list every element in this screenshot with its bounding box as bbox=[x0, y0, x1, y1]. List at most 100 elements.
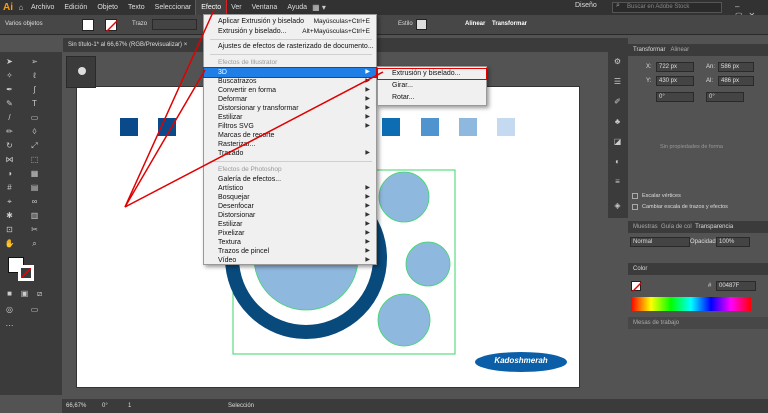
pencil-tool-icon[interactable]: ✏ bbox=[3, 126, 16, 137]
eyedropper-tool-icon[interactable]: ⌖ bbox=[3, 196, 16, 207]
type-tool-icon[interactable]: T bbox=[28, 98, 41, 109]
menu-item-desenfocar[interactable]: Desenfocar ▶ bbox=[204, 202, 376, 211]
stroke-panel-icon[interactable]: ≡ bbox=[611, 176, 624, 187]
stroke-swatch[interactable] bbox=[105, 19, 119, 33]
transform-button[interactable]: Transformar bbox=[492, 21, 527, 27]
submenu-item-girar[interactable]: Girar... bbox=[378, 81, 486, 91]
brushes-panel-icon[interactable]: ✐ bbox=[611, 96, 624, 107]
menu-item-pixelizar[interactable]: Pixelizar ▶ bbox=[204, 229, 376, 238]
zoom-tool-icon[interactable]: ⌕ bbox=[28, 238, 41, 249]
gradient-mode-icon[interactable]: ▣ bbox=[18, 288, 31, 299]
workspace-switcher[interactable]: Diseño bbox=[575, 2, 597, 9]
submenu-item-extrusion[interactable]: Extrusión y biselado... bbox=[377, 68, 487, 80]
hex-field[interactable]: 00487F bbox=[716, 281, 756, 291]
submenu-item-rotar[interactable]: Rotar... bbox=[378, 93, 486, 103]
y-field[interactable]: 430 px bbox=[656, 76, 694, 86]
rotate-angle-field[interactable]: 0° bbox=[656, 92, 694, 102]
scale-corners-checkbox[interactable] bbox=[632, 193, 638, 199]
gradient-tool-icon[interactable]: ▤ bbox=[28, 182, 41, 193]
none-mode-icon[interactable]: ⧄ bbox=[33, 288, 46, 299]
magic-wand-tool-icon[interactable]: ✧ bbox=[3, 70, 16, 81]
shear-angle-field[interactable]: 0° bbox=[706, 92, 744, 102]
x-field[interactable]: 722 px bbox=[656, 62, 694, 72]
hand-tool-icon[interactable]: ✋ bbox=[3, 238, 16, 249]
menu-item-distorsionar-transformar[interactable]: Distorsionar y transformar ▶ bbox=[204, 104, 376, 113]
rotation-angle[interactable]: 0° bbox=[102, 399, 108, 413]
layers-panel-icon[interactable]: ◈ bbox=[611, 200, 624, 211]
pen-tool-icon[interactable]: ✒ bbox=[3, 84, 16, 95]
tab-transformar[interactable]: Transformar bbox=[633, 47, 665, 53]
menu-item-trazos-pincel[interactable]: Trazos de pincel ▶ bbox=[204, 247, 376, 256]
height-field[interactable]: 486 px bbox=[718, 76, 754, 86]
symbols-panel-icon[interactable]: ♣ bbox=[611, 116, 624, 127]
free-transform-tool-icon[interactable]: ⬚ bbox=[28, 154, 41, 165]
stock-search-input[interactable]: Buscar en Adobe Stock bbox=[612, 2, 722, 13]
menu-item-artistico[interactable]: Artístico ▶ bbox=[204, 184, 376, 193]
curvature-tool-icon[interactable]: ∫ bbox=[28, 84, 41, 95]
close-tab-icon[interactable]: × bbox=[184, 42, 188, 48]
direct-selection-tool-icon[interactable]: ➢ bbox=[28, 56, 41, 67]
menu-item-3d[interactable]: 3D ▶ bbox=[203, 67, 377, 78]
home-icon[interactable]: ⌂ bbox=[16, 3, 26, 12]
stroke-weight-field[interactable] bbox=[152, 19, 197, 30]
scale-tool-icon[interactable]: ⤢ bbox=[28, 140, 41, 151]
opacity-field[interactable]: 100% bbox=[716, 237, 750, 247]
width-field[interactable]: 586 px bbox=[718, 62, 754, 72]
slice-tool-icon[interactable]: ✂ bbox=[28, 224, 41, 235]
menu-item-trazado[interactable]: Trazado ▶ bbox=[204, 149, 376, 158]
tab-guia-color[interactable]: Guía de col bbox=[661, 224, 692, 230]
menu-item-apply-extrude[interactable]: Aplicar Extrusión y biselado Mayúsculas+C… bbox=[204, 17, 376, 26]
tab-alinear[interactable]: Alinear bbox=[670, 47, 689, 53]
color-mode-icon[interactable]: ■ bbox=[3, 288, 16, 299]
perspective-grid-tool-icon[interactable]: ▦ bbox=[28, 168, 41, 179]
fill-swatch[interactable] bbox=[82, 19, 94, 31]
brush-tool-icon[interactable]: ✎ bbox=[3, 98, 16, 109]
menu-objeto[interactable]: Objeto bbox=[92, 0, 123, 15]
color-fill-icon[interactable] bbox=[631, 281, 643, 293]
menu-item-marcas-recorte[interactable]: Marcas de recorte bbox=[204, 131, 376, 140]
stroke-color-icon[interactable] bbox=[18, 265, 34, 281]
rotate-tool-icon[interactable]: ↻ bbox=[3, 140, 16, 151]
color-spectrum[interactable] bbox=[631, 297, 751, 311]
appearance-panel-icon[interactable]: ◐ bbox=[611, 156, 624, 167]
align-button[interactable]: Alinear bbox=[465, 21, 485, 27]
width-tool-icon[interactable]: ⋈ bbox=[3, 154, 16, 165]
menu-efecto[interactable]: Efecto bbox=[195, 0, 228, 16]
menu-item-bosquejar[interactable]: Bosquejar ▶ bbox=[204, 193, 376, 202]
menu-item-video[interactable]: Vídeo ▶ bbox=[204, 256, 376, 265]
eraser-tool-icon[interactable]: ◊ bbox=[28, 126, 41, 137]
scale-strokes-checkbox[interactable] bbox=[632, 204, 638, 210]
menu-ventana[interactable]: Ventana bbox=[247, 0, 283, 15]
screen-mode-icon[interactable]: ▭ bbox=[28, 304, 41, 315]
menu-item-estilizar-ps[interactable]: Estilizar ▶ bbox=[204, 220, 376, 229]
symbol-sprayer-tool-icon[interactable]: ✱ bbox=[3, 210, 16, 221]
graph-tool-icon[interactable]: ▥ bbox=[28, 210, 41, 221]
menu-ayuda[interactable]: Ayuda bbox=[282, 0, 312, 15]
menu-item-galeria-efectos[interactable]: Galería de efectos... bbox=[204, 175, 376, 184]
menu-item-textura[interactable]: Textura ▶ bbox=[204, 238, 376, 247]
graphic-style-swatch[interactable] bbox=[416, 19, 427, 30]
lasso-tool-icon[interactable]: ℓ bbox=[28, 70, 41, 81]
line-tool-icon[interactable]: / bbox=[3, 112, 16, 123]
menu-item-distorsionar[interactable]: Distorsionar ▶ bbox=[204, 211, 376, 220]
menu-texto[interactable]: Texto bbox=[123, 0, 150, 15]
shape-builder-tool-icon[interactable]: ◑ bbox=[3, 168, 16, 179]
menu-item-filtros-svg[interactable]: Filtros SVG ▶ bbox=[204, 122, 376, 131]
menu-item-estilizar[interactable]: Estilizar ▶ bbox=[204, 113, 376, 122]
graphic-styles-panel-icon[interactable]: ◪ bbox=[611, 136, 624, 147]
blend-mode-select[interactable]: Normal bbox=[630, 237, 690, 247]
libraries-panel-icon[interactable]: ☰ bbox=[611, 76, 624, 87]
menu-item-deformar[interactable]: Deformar ▶ bbox=[204, 95, 376, 104]
menu-item-convertir-forma[interactable]: Convertir en forma ▶ bbox=[204, 86, 376, 95]
menu-item-extrude[interactable]: Extrusión y biselado... Alt+Mayúsculas+Ct… bbox=[204, 27, 376, 36]
workspace-layout-icon[interactable]: ▦ ▾ bbox=[312, 3, 330, 12]
artboard-tool-icon[interactable]: ⊡ bbox=[3, 224, 16, 235]
menu-item-raster-settings[interactable]: Ajustes de efectos de rasterizado de doc… bbox=[204, 42, 376, 51]
menu-ver[interactable]: Ver bbox=[226, 0, 247, 15]
menu-item-buscatrazos[interactable]: Buscatrazos ▶ bbox=[204, 77, 376, 86]
draw-mode-icon[interactable]: ◎ bbox=[3, 304, 16, 315]
tab-transparencia[interactable]: Transparencia bbox=[695, 224, 733, 230]
mesh-tool-icon[interactable]: # bbox=[3, 182, 16, 193]
menu-edicion[interactable]: Edición bbox=[59, 0, 92, 15]
menu-item-rasterizar[interactable]: Rasterizar... bbox=[204, 140, 376, 149]
